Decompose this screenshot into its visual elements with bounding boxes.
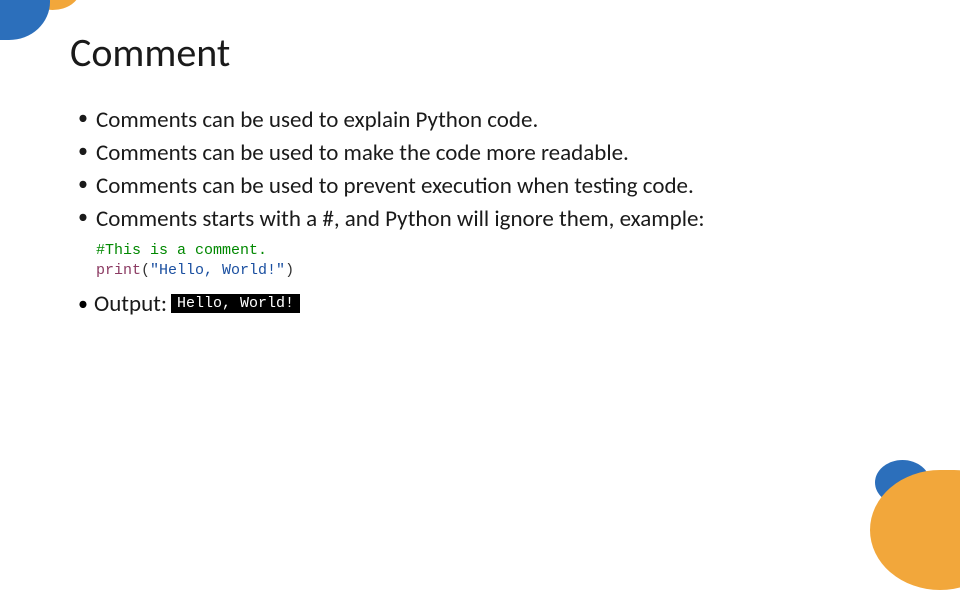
- bullet-dot: •: [78, 292, 88, 316]
- code-function-name: print: [96, 262, 141, 279]
- decorative-corner-top-left: [0, 0, 90, 60]
- console-output: Hello, World!: [171, 294, 300, 313]
- code-comment-line: #This is a comment.: [96, 242, 267, 259]
- bullet-item: Comments can be used to explain Python c…: [78, 105, 890, 136]
- decorative-blob-blue: [0, 0, 50, 40]
- code-paren-open: (: [141, 262, 150, 279]
- code-string-literal: "Hello, World!": [150, 262, 285, 279]
- output-row: • Output: Hello, World!: [70, 290, 890, 318]
- slide-content: Comment Comments can be used to explain …: [0, 0, 960, 318]
- output-label: Output:: [94, 290, 167, 318]
- decorative-blob-orange: [870, 470, 960, 590]
- bullet-item: Comments can be used to prevent executio…: [78, 171, 890, 202]
- slide-title: Comment: [70, 28, 890, 77]
- code-example: #This is a comment. print("Hello, World!…: [96, 241, 890, 282]
- bullet-item: Comments can be used to make the code mo…: [78, 138, 890, 169]
- bullet-item: Comments starts with a #, and Python wil…: [78, 204, 890, 235]
- code-paren-close: ): [285, 262, 294, 279]
- decorative-corner-bottom-right: [840, 440, 960, 580]
- bullet-list: Comments can be used to explain Python c…: [70, 105, 890, 235]
